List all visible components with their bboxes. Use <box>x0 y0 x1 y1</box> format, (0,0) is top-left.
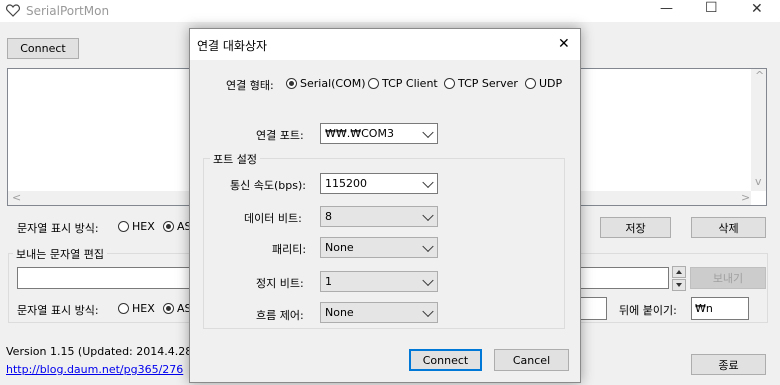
baud-value: 115200 <box>325 177 367 190</box>
port-settings-label: 포트 설정 <box>210 151 260 167</box>
send-spinner[interactable] <box>672 266 686 291</box>
send-button[interactable]: 보내기 <box>690 267 766 289</box>
dialog-connect-button[interactable]: Connect <box>409 349 482 371</box>
chevron-down-icon <box>422 274 434 286</box>
chevron-down-icon <box>422 176 434 188</box>
port-label: 연결 포트: <box>256 129 304 142</box>
conn-type-tcp-server-radio[interactable]: TCP Server <box>444 77 518 90</box>
minimize-button[interactable]: — <box>660 1 673 16</box>
data-bits-label: 데이터 비트: <box>244 212 302 225</box>
spinner-down-icon[interactable] <box>672 279 686 291</box>
delete-button[interactable]: 삭제 <box>691 217 766 238</box>
scroll-up-icon[interactable]: ^ <box>755 69 764 82</box>
append-label: 뒤에 붙이기: <box>619 304 677 317</box>
chevron-down-icon <box>422 209 434 221</box>
flow-select[interactable]: None <box>320 302 438 323</box>
heart-logo-icon <box>6 4 20 20</box>
dialog-titlebar: 연결 대화상자 ✕ <box>190 29 580 60</box>
stop-bits-value: 1 <box>325 275 332 288</box>
chevron-down-icon <box>422 126 434 138</box>
conn-type-udp-radio[interactable]: UDP <box>525 77 562 90</box>
baud-label: 통신 속도(bps): <box>230 179 306 192</box>
display-mode2-label: 문자열 표시 방식: <box>17 304 99 317</box>
version-text: Version 1.15 (Updated: 2014.4.28) <box>6 345 197 358</box>
send-group-label: 보내는 문자열 편집 <box>13 246 107 262</box>
conn-type-label: 연결 형태: <box>226 79 274 92</box>
port-value: ₩₩.₩COM3 <box>325 127 394 140</box>
port-select[interactable]: ₩₩.₩COM3 <box>320 123 438 144</box>
window-title: SerialPortMon <box>26 4 110 18</box>
scroll-left-icon[interactable]: < <box>12 191 21 204</box>
data-bits-value: 8 <box>325 210 332 223</box>
maximize-button[interactable]: ☐ <box>705 0 718 16</box>
dialog-close-button[interactable]: ✕ <box>558 36 570 52</box>
chevron-down-icon <box>422 240 434 252</box>
scroll-down-icon[interactable]: v <box>755 175 762 188</box>
display-mode-ascii-radio[interactable]: AS <box>163 220 192 233</box>
main-titlebar: SerialPortMon — ☐ ✕ <box>0 0 780 22</box>
display-mode2-hex-radio[interactable]: HEX <box>118 302 155 315</box>
baud-select[interactable]: 115200 <box>320 173 438 194</box>
spinner-up-icon[interactable] <box>672 266 686 278</box>
parity-label: 패리티: <box>272 243 307 256</box>
parity-select[interactable]: None <box>320 237 438 258</box>
blog-link[interactable]: http://blog.daum.net/pg365/276 <box>6 363 183 376</box>
flow-value: None <box>325 306 354 319</box>
parity-value: None <box>325 241 354 254</box>
flow-label: 흐름 제어: <box>256 309 304 322</box>
dialog-title: 연결 대화상자 <box>197 39 268 53</box>
conn-type-tcp-client-radio[interactable]: TCP Client <box>368 77 438 90</box>
connection-dialog: 연결 대화상자 ✕ 연결 형태: Serial(COM) TCP Client … <box>189 28 581 383</box>
display-mode-label: 문자열 표시 방식: <box>17 222 99 235</box>
scroll-right-icon[interactable]: > <box>741 191 750 204</box>
stop-bits-select[interactable]: 1 <box>320 271 438 292</box>
main-connect-button[interactable]: Connect <box>7 38 79 59</box>
log-vscrollbar[interactable]: ^ v <box>751 69 766 191</box>
display-mode2-ascii-radio[interactable]: AS <box>163 302 192 315</box>
exit-button[interactable]: 종료 <box>691 354 766 375</box>
display-mode-hex-radio[interactable]: HEX <box>118 220 155 233</box>
conn-type-serial-radio[interactable]: Serial(COM) <box>286 77 366 90</box>
append-input[interactable]: ₩n <box>691 297 749 320</box>
stop-bits-label: 정지 비트: <box>256 277 304 290</box>
chevron-down-icon <box>422 305 434 317</box>
data-bits-select[interactable]: 8 <box>320 206 438 227</box>
close-window-button[interactable]: ✕ <box>751 1 763 17</box>
dialog-cancel-button[interactable]: Cancel <box>494 349 569 371</box>
save-button[interactable]: 저장 <box>600 217 671 238</box>
